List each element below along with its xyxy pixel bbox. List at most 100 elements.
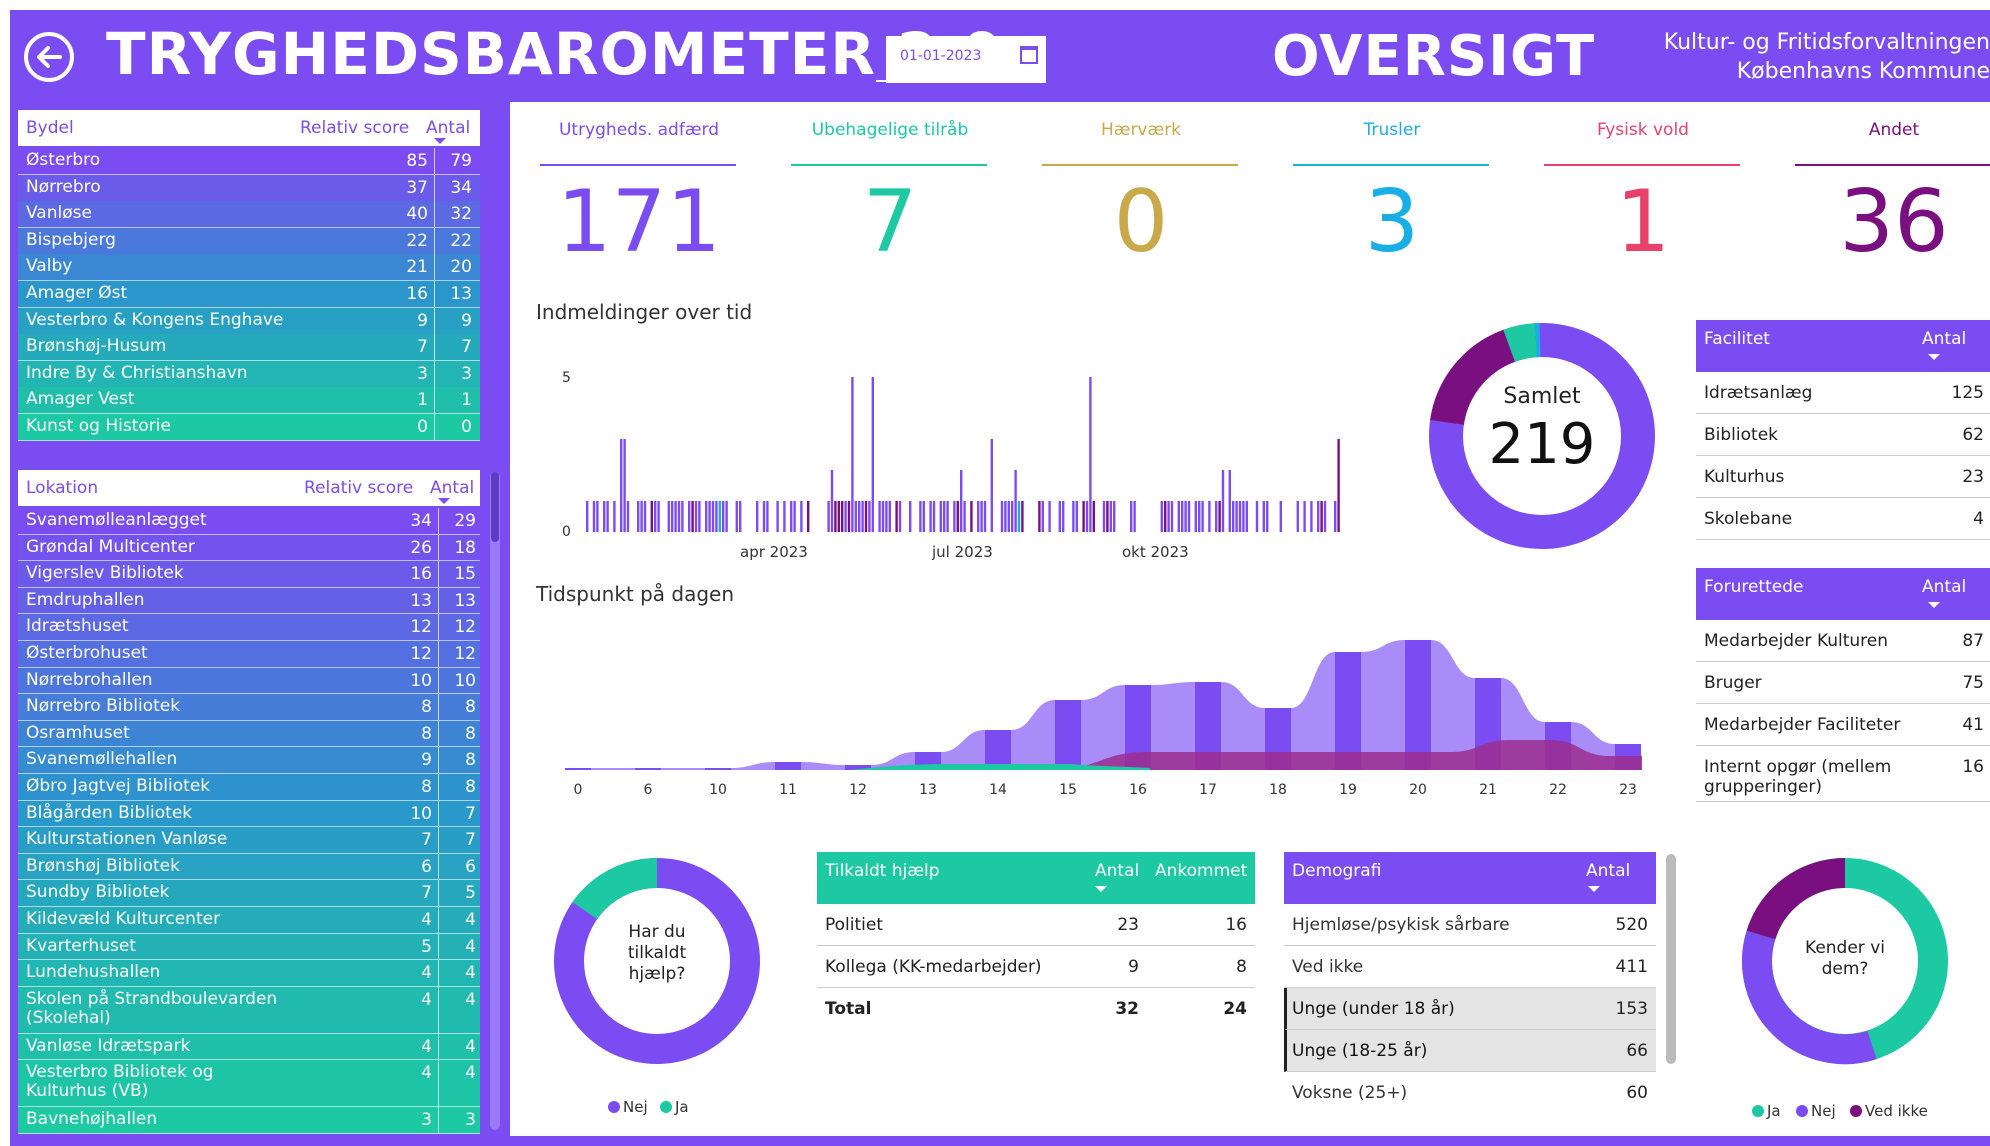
timeline-bar[interactable] <box>1323 501 1327 532</box>
timeofday-bar[interactable] <box>635 768 661 770</box>
bydel-row[interactable]: Bispebjerg 22 22 <box>18 227 480 255</box>
timeline-bar[interactable] <box>844 501 847 532</box>
timeline-bar[interactable] <box>929 501 932 532</box>
timeline-bar[interactable] <box>643 501 647 532</box>
timeline-bar[interactable] <box>613 501 616 532</box>
lokation-row[interactable]: Osramhuset 8 8 <box>18 720 480 748</box>
timeline-bar[interactable] <box>847 501 851 532</box>
bydel-row[interactable]: Amager Øst 16 13 <box>18 281 480 308</box>
timeline-bar[interactable] <box>698 501 701 532</box>
lokation-col-name[interactable]: Lokation <box>26 478 98 498</box>
timeline-bar[interactable] <box>1041 501 1044 532</box>
timeline-bar[interactable] <box>960 470 963 532</box>
timeline-bar[interactable] <box>1245 501 1248 532</box>
facilitet-row[interactable]: Kulturhus 23 <box>1696 456 1990 498</box>
timeline-bar[interactable] <box>885 501 888 532</box>
timeline-bar[interactable] <box>1007 501 1010 532</box>
timeline-bar[interactable] <box>1004 501 1007 532</box>
timeline-bar[interactable] <box>1170 501 1174 532</box>
timeline-bar[interactable] <box>694 501 698 532</box>
tilkaldt-row[interactable]: Kollega (KK-medarbejder) 9 8 <box>817 946 1255 988</box>
lokation-row[interactable]: Brønshøj Bibliotek 6 6 <box>18 853 480 881</box>
timeline-bar[interactable] <box>793 501 796 532</box>
timeline-bar[interactable] <box>834 501 837 532</box>
timeline-bar[interactable] <box>718 501 721 532</box>
kpi-value[interactable]: 36 <box>1795 172 1990 272</box>
demografi-col-count[interactable]: Antal <box>1586 861 1630 881</box>
calendar-icon[interactable] <box>1020 46 1038 64</box>
bydel-row[interactable]: Brønshøj-Husum 7 7 <box>18 334 480 362</box>
timeline-bar[interactable] <box>739 501 742 532</box>
tilkaldt-col-arrived[interactable]: Ankommet <box>1155 861 1247 881</box>
bydel-row[interactable]: Nørrebro 37 34 <box>18 174 480 202</box>
know-legend-ja[interactable]: Ja <box>1752 1102 1781 1120</box>
timeline-bar[interactable] <box>1221 470 1225 532</box>
timeofday-chart[interactable] <box>550 630 1660 780</box>
timeline-bar[interactable] <box>1106 501 1109 532</box>
timeline-bar[interactable] <box>868 501 871 532</box>
lokation-row[interactable]: Vanløse Idrætspark 4 4 <box>18 1033 480 1061</box>
timeline-bar[interactable] <box>715 501 718 532</box>
lokation-row[interactable]: Lundehushallen 4 4 <box>18 960 480 987</box>
lokation-scrollbar[interactable] <box>490 472 500 1130</box>
timeline-bar[interactable] <box>963 501 966 532</box>
timeline-bar[interactable] <box>1238 501 1242 532</box>
bydel-row[interactable]: Indre By & Christianshavn 3 3 <box>18 360 480 388</box>
forurettede-col-count[interactable]: Antal <box>1922 577 1966 597</box>
timeline-bar[interactable] <box>1262 501 1265 532</box>
timeline-bar[interactable] <box>858 501 861 532</box>
timeline-bar[interactable] <box>1072 501 1075 532</box>
timeline-bar[interactable] <box>708 501 711 532</box>
timeline-bar[interactable] <box>722 501 725 532</box>
timeline-bar[interactable] <box>841 501 844 532</box>
timeline-bar[interactable] <box>735 501 738 532</box>
timeline-bar[interactable] <box>1109 501 1112 532</box>
help-legend-ja[interactable]: Ja <box>660 1098 689 1116</box>
timeline-bar[interactable] <box>1048 501 1051 532</box>
lokation-row[interactable]: Østerbrohuset 12 12 <box>18 641 480 668</box>
kpi-value[interactable]: 3 <box>1293 172 1491 272</box>
demografi-row[interactable]: Hjemløse/psykisk sårbare 520 <box>1284 904 1656 946</box>
timeline-bar[interactable] <box>980 501 983 532</box>
timeline-bar[interactable] <box>851 377 854 532</box>
donut-segment-tilraab[interactable] <box>1503 323 1538 362</box>
lokation-col-score[interactable]: Relativ score <box>304 478 413 498</box>
timeline-bar[interactable] <box>725 501 728 532</box>
lokation-scroll-thumb[interactable] <box>491 472 499 542</box>
donut-segment-ja[interactable] <box>572 857 658 920</box>
timeline-bar[interactable] <box>909 501 912 532</box>
demografi-row[interactable]: Ved ikke 411 <box>1284 946 1656 988</box>
timeline-bar[interactable] <box>854 501 857 532</box>
timeline-bar[interactable] <box>1062 501 1065 532</box>
bydel-row[interactable]: Østerbro 85 79 <box>18 148 480 175</box>
timeline-bar[interactable] <box>790 501 793 532</box>
timeline-bar[interactable] <box>946 501 949 532</box>
timeline-bar[interactable] <box>1228 470 1231 532</box>
timeline-bar[interactable] <box>1160 501 1163 532</box>
timeline-bar[interactable] <box>1082 501 1085 532</box>
lokation-row[interactable]: Nørrebro Bibliotek 8 8 <box>18 694 480 721</box>
timeline-bar[interactable] <box>953 501 956 532</box>
demografi-row[interactable]: Unge (18-25 år) 66 <box>1284 1030 1656 1072</box>
timeline-bar[interactable] <box>1303 501 1306 532</box>
timeline-bar[interactable] <box>1310 501 1313 532</box>
timeline-bar[interactable] <box>586 501 589 532</box>
timeline-bar[interactable] <box>1279 501 1282 532</box>
help-legend-nej[interactable]: Nej <box>608 1098 648 1116</box>
timeline-chart[interactable] <box>540 360 1360 570</box>
facilitet-col-count[interactable]: Antal <box>1922 329 1966 349</box>
timeofday-bar[interactable] <box>705 768 731 770</box>
timeline-bar[interactable] <box>956 501 959 532</box>
timeline-bar[interactable] <box>606 501 609 532</box>
bydel-col-count[interactable]: Antal <box>426 118 470 138</box>
timeline-bar[interactable] <box>861 501 864 532</box>
timeline-bar[interactable] <box>881 501 885 532</box>
timeline-bar[interactable] <box>1085 501 1089 532</box>
lokation-row[interactable]: Vesterbro Bibliotek og Kulturhus (VB) 4 4 <box>18 1060 480 1108</box>
timeline-bar[interactable] <box>1000 501 1004 532</box>
timeline-bar[interactable] <box>1255 501 1259 532</box>
timeline-bar[interactable] <box>626 501 630 532</box>
timeline-bar[interactable] <box>1320 501 1323 532</box>
timeline-bar[interactable] <box>705 501 708 532</box>
timeline-bar[interactable] <box>1187 501 1191 532</box>
